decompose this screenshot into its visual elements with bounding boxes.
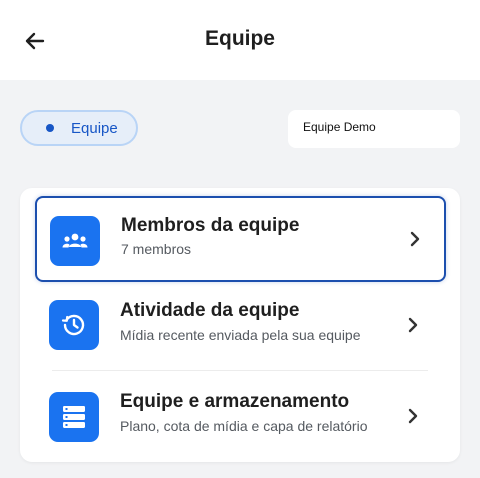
team-menu-card: Membros da equipe 7 membros Atividade da… <box>20 188 460 462</box>
chip-label: Equipe <box>71 119 118 137</box>
chevron-right-icon <box>406 406 420 426</box>
chip-dot-icon <box>46 124 54 132</box>
menu-item-title: Equipe e armazenamento <box>120 391 350 412</box>
menu-item-subtitle: 7 membros <box>121 241 192 257</box>
menu-item-team-storage[interactable]: Equipe e armazenamento Plano, cota de mí… <box>20 376 460 462</box>
menu-item-title: Atividade da equipe <box>120 300 300 321</box>
people-group-icon <box>50 216 100 266</box>
chevron-right-icon <box>408 229 422 249</box>
team-filter-chip[interactable]: Equipe <box>20 110 138 146</box>
menu-item-subtitle: Mídia recente enviada pela sua equipe <box>120 327 361 343</box>
top-app-bar: Equipe <box>0 0 480 80</box>
menu-item-subtitle: Plano, cota de mídia e capa de relatório <box>120 418 368 434</box>
team-name-label: Equipe Demo <box>288 110 460 148</box>
chevron-right-icon <box>406 315 420 335</box>
history-clock-icon <box>49 300 99 350</box>
menu-item-team-members[interactable]: Membros da equipe 7 membros <box>35 196 446 282</box>
page-title: Equipe <box>204 27 275 50</box>
menu-item-title: Membros da equipe <box>121 215 300 236</box>
storage-list-icon <box>49 392 99 442</box>
menu-divider <box>52 370 428 371</box>
menu-item-team-activity[interactable]: Atividade da equipe Mídia recente enviad… <box>20 284 460 370</box>
